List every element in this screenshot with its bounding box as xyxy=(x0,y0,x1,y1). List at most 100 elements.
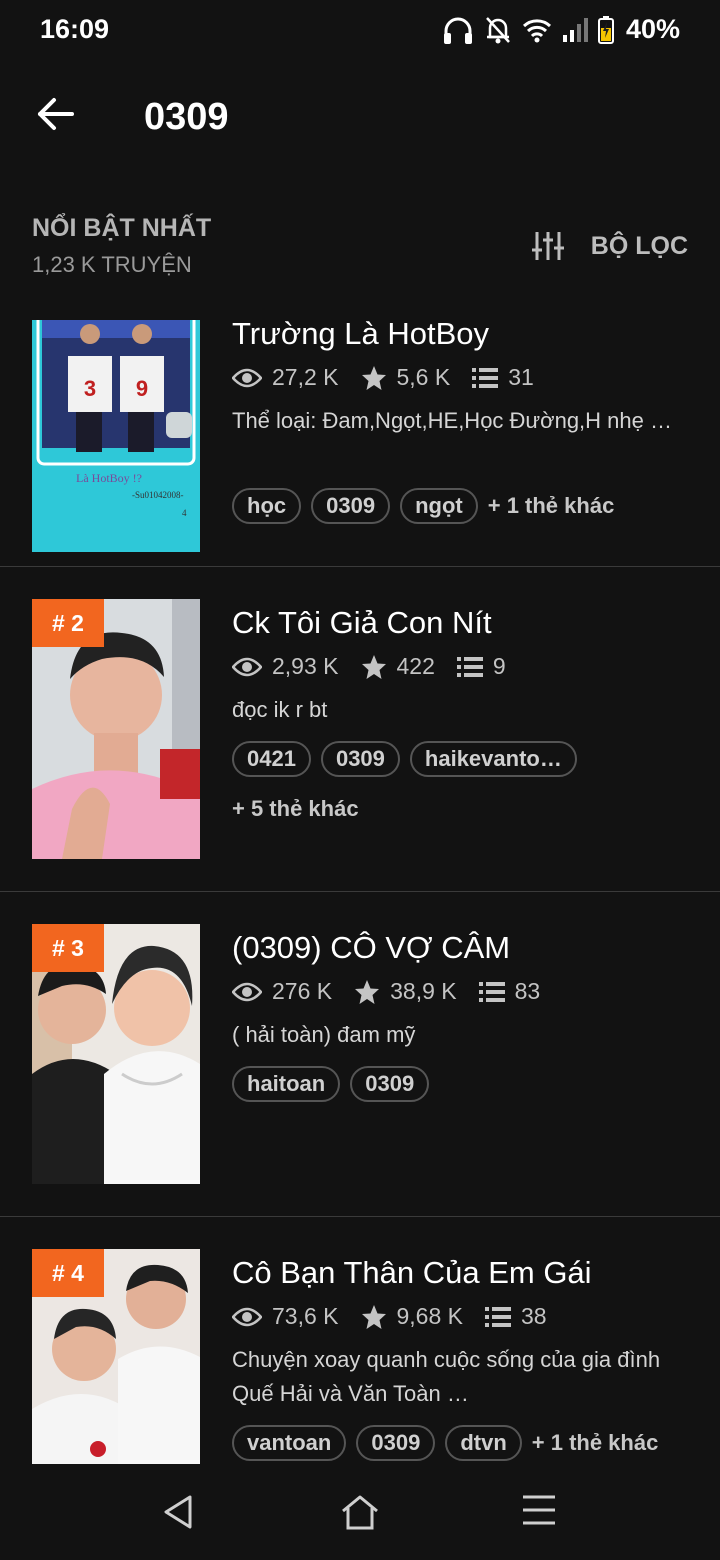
story-item[interactable]: # 4 Cô Bạn Thân Của Em Gái 73,6 K 9,68 K xyxy=(0,1217,720,1464)
page-title: 0309 xyxy=(144,96,229,138)
parts-stat: 31 xyxy=(472,364,534,391)
svg-text:3: 3 xyxy=(84,376,96,401)
story-tags: vantoan 0309 dtvn + 1 thẻ khác xyxy=(232,1423,702,1463)
votes-count: 5,6 K xyxy=(396,364,451,390)
eye-icon xyxy=(232,657,262,676)
triangle-back-icon[interactable] xyxy=(162,1494,194,1530)
parts-stat: 83 xyxy=(478,978,541,1005)
votes-count: 38,9 K xyxy=(390,978,457,1004)
svg-text:4: 4 xyxy=(182,508,187,518)
star-icon xyxy=(355,979,380,1004)
tag-chip[interactable]: học xyxy=(232,488,302,524)
story-tags: haitoan 0309 xyxy=(232,1066,702,1102)
story-title[interactable]: Trường Là HotBoy xyxy=(232,320,489,352)
views-count: 73,6 K xyxy=(272,1303,339,1329)
rank-badge: # 3 xyxy=(32,924,104,972)
sliders-icon xyxy=(531,232,564,260)
list-icon xyxy=(478,981,505,1002)
votes-stat: 9,68 K xyxy=(361,1303,464,1330)
tag-chip[interactable]: 0309 xyxy=(356,1425,436,1461)
battery-percent: 40% xyxy=(625,14,680,44)
svg-text:9: 9 xyxy=(136,376,148,401)
list-icon xyxy=(472,367,499,388)
story-cover: # 3 xyxy=(32,924,200,1184)
more-tags[interactable]: + 1 thẻ khác xyxy=(532,1423,659,1463)
views-stat: 27,2 K xyxy=(232,364,339,391)
tag-chip[interactable]: 0309 xyxy=(311,488,391,524)
votes-stat: 422 xyxy=(361,653,435,680)
story-stats: 27,2 K 5,6 K 31 xyxy=(232,364,556,391)
story-description: Chuyện xoay quanh cuộc sống của gia đình… xyxy=(232,1347,661,1406)
rank-badge: # 4 xyxy=(32,1249,104,1297)
battery-icon xyxy=(597,15,614,44)
tag-chip[interactable]: dtvn xyxy=(445,1425,522,1461)
story-item[interactable]: 3 9 Là HotBoy !? -Su01042008- 4 Trường L… xyxy=(0,320,720,566)
tag-chip[interactable]: 0309 xyxy=(350,1066,430,1102)
signal-icon xyxy=(562,17,588,42)
back-arrow-icon[interactable] xyxy=(34,92,78,136)
more-tags[interactable]: + 1 thẻ khác xyxy=(488,486,615,526)
star-icon xyxy=(361,365,386,390)
parts-count: 9 xyxy=(492,653,506,679)
story-title[interactable]: Cô Bạn Thân Của Em Gái xyxy=(232,1255,592,1291)
tag-chip[interactable]: ngọt xyxy=(400,488,478,524)
story-description: đọc ik r bt xyxy=(232,697,328,722)
filter-label: BỘ LỌC xyxy=(590,231,688,260)
list-icon xyxy=(456,656,483,677)
list-icon xyxy=(485,1306,511,1327)
tag-chip[interactable]: haikevanto… xyxy=(409,741,577,777)
app-bar: 0309 xyxy=(0,72,720,164)
views-count: 2,93 K xyxy=(272,653,339,679)
tag-chip[interactable]: 0421 xyxy=(232,741,311,777)
sort-bar: NỔI BẬT NHẤT 1,23 K TRUYỆN BỘ LỌC xyxy=(0,210,720,290)
status-icons: 40% xyxy=(442,14,680,45)
svg-text:Là HotBoy !?: Là HotBoy !? xyxy=(76,471,142,485)
story-cover: 3 9 Là HotBoy !? -Su01042008- 4 xyxy=(32,320,200,552)
star-icon xyxy=(361,654,386,679)
votes-count: 422 xyxy=(396,653,435,679)
story-tags: học 0309 ngọt + 1 thẻ khác xyxy=(232,486,702,526)
svg-text:-Su01042008-: -Su01042008- xyxy=(132,490,184,500)
story-tags: 0421 0309 haikevanto… + 5 thẻ khác xyxy=(232,741,702,829)
story-cover: # 4 xyxy=(32,1249,200,1464)
parts-stat: 38 xyxy=(485,1303,547,1330)
views-count: 27,2 K xyxy=(272,364,339,390)
status-bar: 16:09 40% xyxy=(0,0,720,64)
cover-image: 3 9 Là HotBoy !? -Su01042008- 4 xyxy=(36,320,196,518)
parts-count: 38 xyxy=(521,1303,547,1329)
story-count: 1,23 K TRUYỆN xyxy=(32,252,192,277)
more-tags[interactable]: + 5 thẻ khác xyxy=(232,789,359,829)
story-stats: 276 K 38,9 K 83 xyxy=(232,978,562,1005)
views-stat: 2,93 K xyxy=(232,653,339,680)
story-item[interactable]: # 3 (0309) CÔ VỢ CÂM 276 K 38,9 K 83 (h… xyxy=(0,892,720,1216)
votes-stat: 5,6 K xyxy=(361,364,451,391)
menu-icon[interactable] xyxy=(522,1494,556,1526)
parts-count: 31 xyxy=(508,364,534,390)
status-time: 16:09 xyxy=(40,14,110,44)
parts-stat: 9 xyxy=(456,653,506,680)
votes-count: 9,68 K xyxy=(396,1303,464,1329)
votes-stat: 38,9 K xyxy=(354,978,457,1005)
eye-icon xyxy=(232,982,262,1001)
tag-chip[interactable]: vantoan xyxy=(232,1425,347,1461)
eye-icon xyxy=(232,1307,262,1326)
views-stat: 73,6 K xyxy=(232,1303,339,1330)
story-description: Thể loại: Đam,Ngọt,HE,Học Đường,H nhẹ … xyxy=(232,408,672,433)
sort-title[interactable]: NỔI BẬT NHẤT xyxy=(32,214,211,243)
headphones-icon xyxy=(443,17,472,44)
filter-button[interactable]: BỘ LỌC xyxy=(531,230,688,262)
wifi-icon xyxy=(522,18,551,42)
story-item[interactable]: # 2 Ck Tôi Giả Con Nít 2,93 K 422 9 đọc … xyxy=(0,567,720,891)
views-stat: 276 K xyxy=(232,978,332,1005)
story-cover: # 2 xyxy=(32,599,200,859)
story-title[interactable]: Ck Tôi Giả Con Nít xyxy=(232,605,492,641)
parts-count: 83 xyxy=(514,978,541,1004)
star-icon xyxy=(361,1304,386,1329)
story-list: 3 9 Là HotBoy !? -Su01042008- 4 Trường L… xyxy=(0,320,720,1464)
story-title[interactable]: (0309) CÔ VỢ CÂM xyxy=(232,930,510,966)
system-nav-bar xyxy=(0,1464,720,1560)
tag-chip[interactable]: 0309 xyxy=(320,741,400,777)
tag-chip[interactable]: haitoan xyxy=(232,1066,341,1102)
home-icon[interactable] xyxy=(340,1494,380,1530)
views-count: 276 K xyxy=(272,978,333,1004)
